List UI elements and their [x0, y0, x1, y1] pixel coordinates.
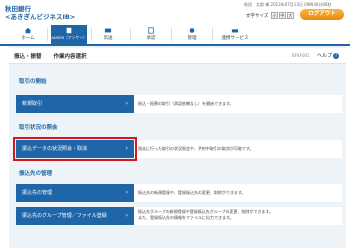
chevron-right-icon: › — [125, 212, 128, 219]
payee-group-file-desc: 振込先グループの新規登録や登録振込先グループの変更、削除ができます。 また、登録… — [138, 209, 273, 221]
font-size-small-button[interactable]: 小 — [270, 12, 278, 19]
font-size-control: 文字サイズ 小中大 — [246, 12, 294, 19]
payee-management-desc: 振込先の新規登録や、登録振込先の変更、削除ができます。 — [138, 190, 246, 195]
page-title: 作業内容選択 — [53, 54, 87, 60]
user-info: 秋田 太郎 様 2013年07月13日 09時30分00秒 — [244, 2, 332, 7]
payee-group-file-label: 振込先のグループ管理／ファイル登録 — [22, 213, 107, 219]
transfer-status-inquiry-button[interactable]: 振込データの状況照会・取消 › — [13, 137, 137, 161]
section-title-inquiry: 取引状況の照会 — [19, 125, 58, 131]
new-transaction-desc: 振込・振替の取引（承認依頼なし）を開始できます。 — [138, 101, 234, 106]
nav-divider — [171, 28, 172, 41]
nav-link-service[interactable]: 連携サービス — [215, 25, 255, 44]
nav-approval-label: 承認 — [146, 36, 156, 41]
nav-transfer-label: 伝送 — [103, 36, 113, 41]
payee-group-file-button[interactable]: 振込先のグループ管理／ファイル登録 › — [16, 207, 134, 225]
breadcrumb-section: 振込・振替 — [14, 54, 42, 60]
nav-divider — [130, 28, 131, 41]
nav-approval[interactable]: 承認 — [134, 25, 168, 44]
font-size-medium-button[interactable]: 中 — [278, 12, 286, 19]
section-title-start: 取引の開始 — [19, 79, 47, 85]
nav-admin[interactable]: 管理 — [175, 25, 209, 44]
font-size-label: 文字サイズ — [246, 14, 269, 19]
nav-divider — [47, 28, 48, 41]
payee-management-button[interactable]: 振込先の管理 › — [16, 184, 134, 202]
nav-anser[interactable]: ANSER（アンサー） — [51, 25, 87, 44]
approval-icon — [148, 27, 154, 34]
anser-icon — [66, 27, 72, 34]
nav-divider — [212, 28, 213, 41]
help-link[interactable]: ヘルプ? — [317, 52, 340, 59]
nav-home[interactable]: ホーム — [12, 25, 44, 44]
chevron-right-icon: › — [125, 100, 128, 107]
chevron-right-icon: › — [125, 145, 128, 152]
font-size-large-button[interactable]: 大 — [286, 12, 294, 19]
nav-link-service-label: 連携サービス — [221, 36, 249, 41]
nav-home-label: ホーム — [21, 36, 35, 41]
page-id: BFKF001 — [292, 53, 310, 58]
payee-group-file-desc-line2: また、登録振込先の情報をファイルに出力できます。 — [138, 215, 234, 220]
home-icon — [24, 27, 32, 34]
service-name: <あきぎんビジネスIB> — [5, 13, 76, 21]
global-nav: ホーム ANSER（アンサー） 伝送 承認 管理 連携サービス — [0, 25, 350, 46]
payee-management-label: 振込先の管理 — [22, 190, 53, 196]
breadcrumb: 振込・振替 作業内容選択 BFKF001 ヘルプ? — [9, 48, 346, 64]
help-label: ヘルプ — [317, 53, 333, 59]
chevron-right-icon: › — [125, 189, 128, 196]
logout-button[interactable]: ログアウト — [300, 9, 344, 20]
transfer-icon — [104, 28, 112, 33]
nav-transfer[interactable]: 伝送 — [92, 25, 124, 44]
breadcrumb-trail: 振込・振替 作業内容選択 — [14, 52, 87, 60]
transfer-status-inquiry-label: 振込データの状況照会・取消 — [22, 146, 88, 152]
help-icon: ? — [333, 53, 340, 59]
transfer-status-inquiry-desc: 過去に行った取引の状況照会や、予約中取引の取消が可能です。 — [138, 146, 254, 151]
nav-anser-label: ANSER（アンサー） — [51, 35, 87, 40]
section-title-payee: 振込先の管理 — [19, 171, 53, 177]
new-transaction-button[interactable]: 新規取引 › — [16, 95, 134, 113]
admin-icon — [189, 28, 195, 33]
nav-admin-label: 管理 — [187, 36, 197, 41]
new-transaction-label: 新規取引 — [22, 101, 43, 107]
link-service-icon — [231, 29, 239, 33]
